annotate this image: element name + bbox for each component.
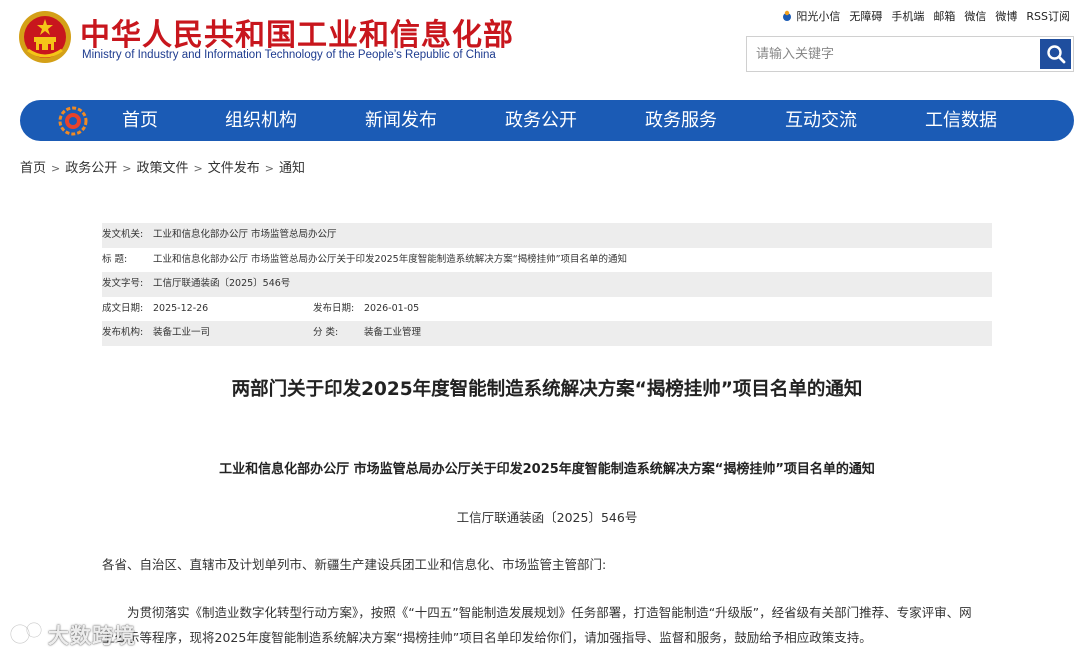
published-value: 2026-01-05 (364, 302, 420, 314)
top-link-weibo[interactable]: 微博 (995, 8, 1017, 24)
article-paragraph: 为贯彻落实《制造业数字化转型行动方案》，按照《“十四五”智能制造发展规划》任务部… (102, 605, 972, 645)
issuer-label: 发文机关: (102, 229, 144, 240)
breadcrumb-notice[interactable]: 通知 (279, 161, 305, 176)
top-link-wechat[interactable]: 微信 (964, 8, 986, 24)
chevron-right-icon: > (264, 162, 274, 175)
breadcrumb: 首页 > 政务公开 > 政策文件 > 文件发布 > 通知 (20, 157, 305, 176)
nav-data[interactable]: 工信数据 (925, 100, 997, 141)
org-label: 发布机构: (102, 327, 144, 339)
search-box (746, 36, 1074, 72)
breadcrumb-gov-affairs[interactable]: 政务公开 (65, 161, 117, 176)
subject-value: 工业和信息化部办公厅 市场监管总局办公厅关于印发2025年度智能制造系统解决方案… (153, 253, 628, 265)
docno-value: 工信厅联通装函〔2025〕546号 (153, 278, 291, 290)
site-title[interactable]: 中华人民共和国工业和信息化部 (80, 10, 514, 54)
site-header: 中华人民共和国工业和信息化部 Ministry of Industry and … (0, 0, 1080, 95)
search-input[interactable] (747, 37, 1039, 71)
article-doc-number: 工信厅联通装函〔2025〕546号 (456, 510, 638, 525)
top-link-rss[interactable]: RSS订阅 (1026, 8, 1070, 24)
breadcrumb-policy-docs[interactable]: 政策文件 (136, 161, 188, 176)
nav-home[interactable]: 首页 (122, 100, 158, 141)
top-link-accessibility[interactable]: 无障碍 (849, 8, 882, 24)
top-link-mobile[interactable]: 手机端 (891, 8, 924, 24)
info-row-dates: 成文日期: 2025-12-26 发布日期: 2026-01-05 (102, 297, 992, 322)
main-nav: 首页 组织机构 新闻发布 政务公开 政务服务 互动交流 工信数据 (20, 100, 1074, 141)
nav-gov-affairs[interactable]: 政务公开 (505, 100, 577, 141)
docno-label: 发文字号: (102, 278, 144, 290)
subject-label: 标 题: (102, 253, 128, 265)
nav-gov-services[interactable]: 政务服务 (645, 100, 717, 141)
category-value: 装备工业管理 (364, 327, 422, 339)
site-subtitle: Ministry of Industry and Information Tec… (82, 49, 496, 61)
breadcrumb-doc-release[interactable]: 文件发布 (208, 161, 260, 176)
info-row-docno: 发文字号: 工信厅联通装函〔2025〕546号 (102, 272, 992, 297)
chevron-right-icon: > (122, 162, 132, 175)
top-link-sunshine[interactable]: 阳光小信 (781, 8, 840, 24)
breadcrumb-home[interactable]: 首页 (20, 161, 46, 176)
nav-organization[interactable]: 组织机构 (225, 100, 297, 141)
document-info-table: 发文机关: 工业和信息化部办公厅 市场监管总局办公厅 标 题: 工业和信息化部办… (102, 223, 992, 346)
article-recipients: 各省、自治区、直辖市及计划单列市、新疆生产建设兵团工业和信息化、市场监管主管部门… (102, 557, 607, 572)
national-emblem-icon[interactable] (18, 10, 72, 64)
watermark-text: 大数跨境 (48, 624, 136, 648)
chevron-right-icon: > (193, 162, 203, 175)
info-row-org: 发布机构: 装备工业一司 分 类: 装备工业管理 (102, 321, 992, 346)
nav-interaction[interactable]: 互动交流 (785, 100, 857, 141)
search-icon (1046, 45, 1065, 64)
published-label: 发布日期: (313, 302, 355, 314)
org-value: 装备工业一司 (153, 327, 211, 339)
top-links: 阳光小信 无障碍 手机端 邮箱 微信 微博 RSS订阅 (781, 8, 1070, 24)
created-value: 2025-12-26 (153, 302, 209, 314)
chevron-right-icon: > (51, 162, 61, 175)
article-title: 两部门关于印发2025年度智能制造系统解决方案“揭榜挂帅”项目名单的通知 (231, 379, 863, 400)
sunshine-icon (783, 10, 792, 21)
info-row-subject: 标 题: 工业和信息化部办公厅 市场监管总局办公厅关于印发2025年度智能制造系… (102, 248, 992, 273)
top-link-mail[interactable]: 邮箱 (933, 8, 955, 24)
nav-news[interactable]: 新闻发布 (365, 100, 437, 141)
miit-logo-icon (58, 106, 88, 136)
issuer-value: 工业和信息化部办公厅 市场监管总局办公厅 (153, 229, 337, 240)
category-label: 分 类: (313, 327, 339, 339)
search-button[interactable] (1040, 39, 1071, 69)
created-label: 成文日期: (102, 302, 144, 314)
article-subtitle: 工业和信息化部办公厅 市场监管总局办公厅关于印发2025年度智能制造系统解决方案… (219, 462, 875, 477)
info-row-issuer: 发文机关: 工业和信息化部办公厅 市场监管总局办公厅 (102, 223, 992, 248)
